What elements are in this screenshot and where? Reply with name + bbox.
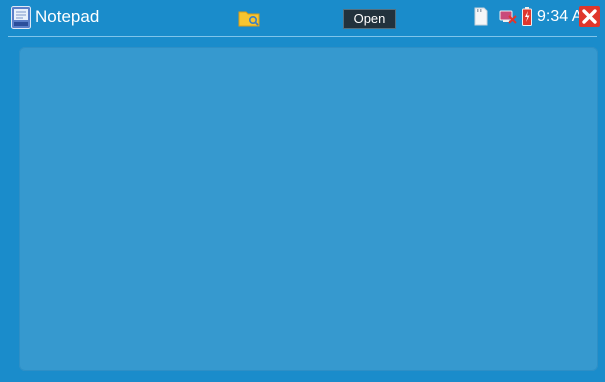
close-button[interactable] xyxy=(579,6,600,27)
app-title: Notepad xyxy=(35,7,100,26)
close-icon[interactable] xyxy=(579,6,600,27)
network-disconnected-icon xyxy=(499,10,517,24)
text-editor-area[interactable] xyxy=(19,47,598,371)
title-bar: Notepad Open 9:34 AM xyxy=(0,0,605,34)
title-bar-divider xyxy=(8,36,597,37)
battery-charging-icon xyxy=(522,7,532,26)
sd-card-icon xyxy=(474,7,488,26)
folder-search-icon[interactable] xyxy=(238,9,260,27)
open-button[interactable]: Open xyxy=(343,9,396,29)
notepad-app-icon xyxy=(11,6,31,29)
